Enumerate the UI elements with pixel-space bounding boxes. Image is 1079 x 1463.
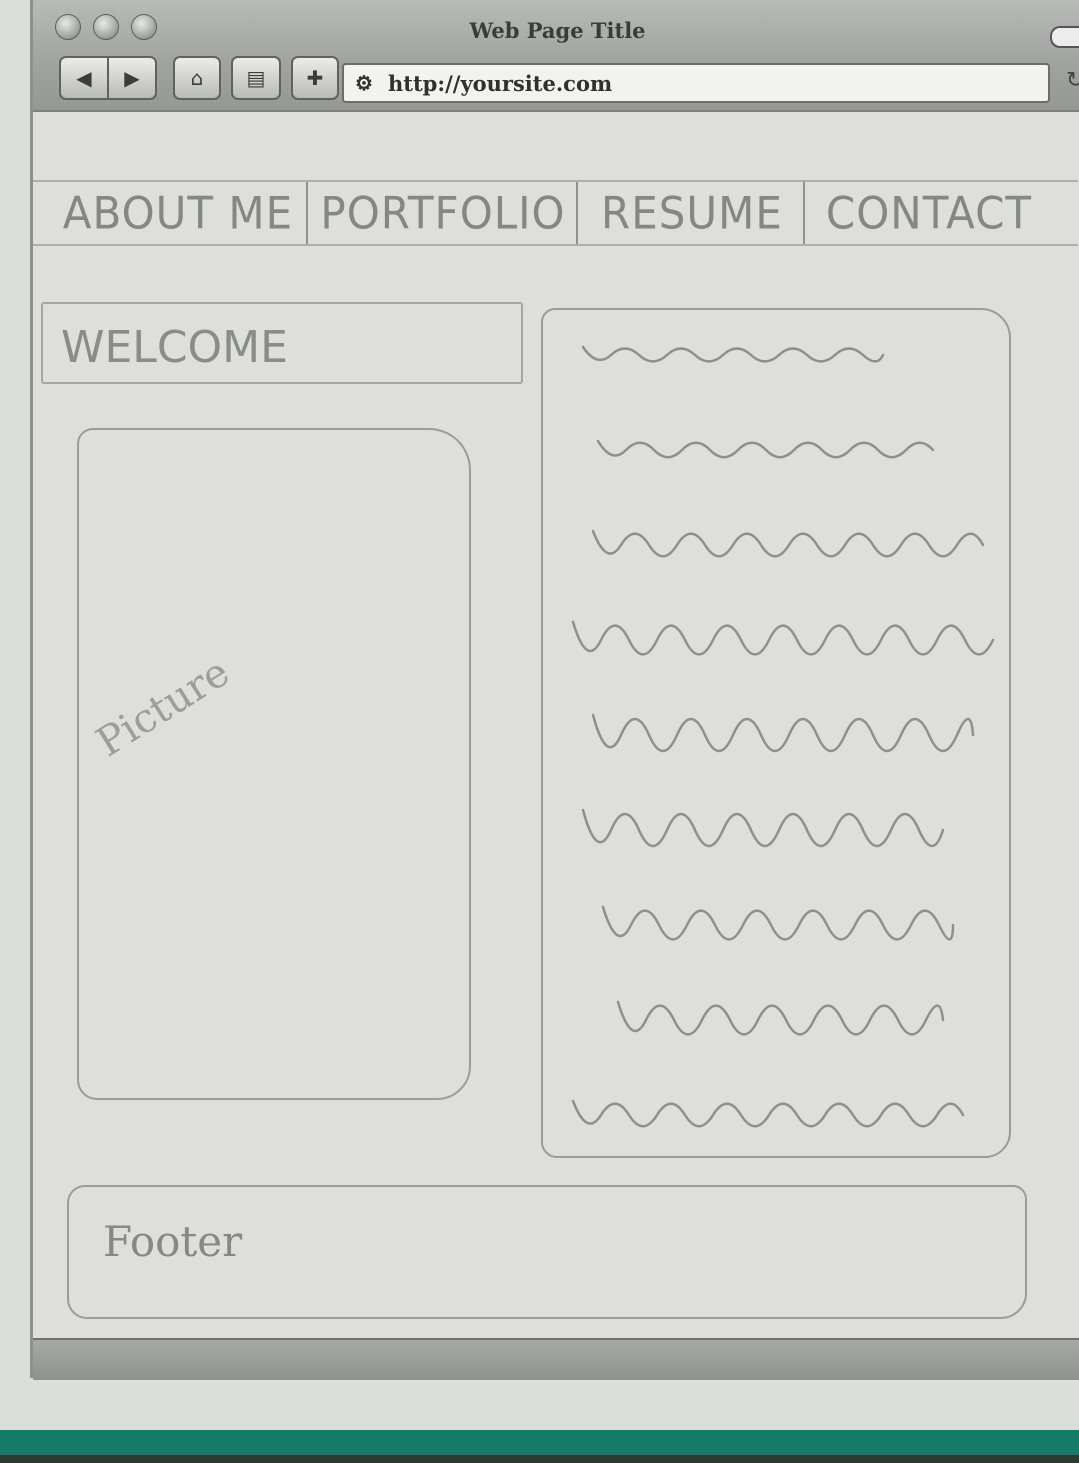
footer-box: Footer	[67, 1185, 1027, 1319]
site-nav: ABOUT ME PORTFOLIO RESUME CONTACT	[33, 180, 1078, 246]
url-text: http://yoursite.com	[388, 70, 613, 96]
print-button[interactable]: ▤	[231, 56, 281, 100]
placeholder-text-lines	[571, 345, 995, 1128]
nav-divider	[803, 182, 805, 244]
nav-item-portfolio[interactable]: PORTFOLIO	[313, 180, 573, 245]
sketch-paper: Web Page Title ◀ ▶ ⌂ ▤ ✚ ⚙ http://yoursi…	[0, 0, 1079, 1430]
home-icon: ⌂	[190, 66, 204, 90]
toolbar-toggle-button[interactable]	[1050, 26, 1079, 48]
nav-item-label: CONTACT	[825, 187, 1033, 239]
reload-icon: ↻	[1066, 68, 1079, 93]
back-button[interactable]: ◀	[59, 56, 109, 100]
welcome-heading: WELCOME	[61, 322, 288, 373]
site-icon: ⚙	[355, 71, 373, 95]
text-line-squiggle	[601, 905, 955, 941]
welcome-box: WELCOME	[41, 302, 523, 384]
window-title: Web Page Title	[469, 18, 646, 43]
address-bar[interactable]: ⚙ http://yoursite.com	[342, 63, 1050, 103]
print-icon: ▤	[246, 66, 266, 90]
text-line-squiggle	[591, 529, 985, 558]
text-line-squiggle	[581, 345, 885, 363]
nav-divider	[576, 182, 578, 244]
nav-item-resume[interactable]: RESUME	[583, 180, 801, 245]
picture-placeholder: Picture	[77, 428, 471, 1100]
nav-item-contact[interactable]: CONTACT	[809, 180, 1049, 245]
text-line-squiggle	[571, 1099, 965, 1128]
add-tab-icon: ✚	[306, 66, 324, 90]
text-line-squiggle	[616, 1000, 945, 1036]
text-line-squiggle	[591, 713, 975, 753]
add-tab-button[interactable]: ✚	[291, 56, 339, 100]
nav-item-about-me[interactable]: ABOUT ME	[53, 180, 303, 245]
table-edge	[0, 1430, 1079, 1463]
browser-statusbar	[33, 1338, 1079, 1380]
nav-item-label: PORTFOLIO	[320, 187, 566, 239]
text-content-box	[541, 308, 1011, 1158]
browser-window: Web Page Title ◀ ▶ ⌂ ▤ ✚ ⚙ http://yoursi…	[30, 0, 1079, 1380]
nav-divider	[306, 182, 308, 244]
text-line-squiggle	[571, 620, 995, 656]
nav-item-label: ABOUT ME	[62, 187, 294, 239]
text-line-squiggle	[596, 439, 935, 459]
browser-titlebar: Web Page Title ◀ ▶ ⌂ ▤ ✚ ⚙ http://yoursi…	[33, 0, 1079, 112]
forward-icon: ▶	[124, 66, 140, 90]
text-line-squiggle	[581, 808, 945, 848]
back-icon: ◀	[76, 66, 92, 90]
footer-label: Footer	[103, 1217, 243, 1266]
reload-button[interactable]: ↻	[1066, 68, 1079, 94]
forward-button[interactable]: ▶	[107, 56, 157, 100]
nav-item-label: RESUME	[601, 187, 783, 239]
home-button[interactable]: ⌂	[173, 56, 221, 100]
picture-label: Picture	[88, 649, 238, 766]
